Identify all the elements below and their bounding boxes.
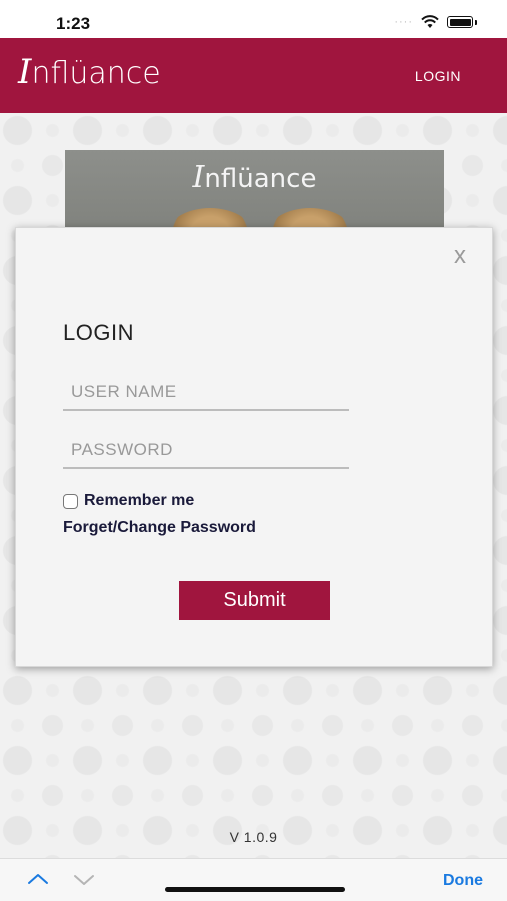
- signal-dots: ····: [394, 16, 413, 28]
- forgot-password-link[interactable]: Forget/Change Password: [63, 519, 256, 537]
- remember-me-row: Remember me: [63, 492, 194, 510]
- password-input[interactable]: [63, 433, 349, 469]
- login-modal: x LOGIN Remember me Forget/Change Passwo…: [15, 227, 493, 667]
- done-button[interactable]: Done: [443, 872, 483, 890]
- submit-button[interactable]: Submit: [179, 581, 330, 620]
- app-version: V 1.0.9: [229, 829, 278, 845]
- hero-logo: Inflüance: [65, 160, 444, 195]
- brand-logo-text: nflüance: [31, 56, 161, 91]
- wifi-icon: [421, 15, 439, 28]
- hero-logo-initial: I: [192, 160, 205, 195]
- status-icons: ····: [394, 15, 477, 29]
- remember-me-checkbox[interactable]: [63, 493, 78, 509]
- app-header: Inflüance LOGIN: [0, 38, 507, 113]
- home-indicator: [165, 887, 345, 892]
- hero-logo-text: nflüance: [204, 164, 317, 194]
- close-icon[interactable]: x: [454, 242, 466, 270]
- username-input[interactable]: [63, 375, 349, 411]
- modal-title: LOGIN: [63, 320, 134, 345]
- chevron-down-icon[interactable]: [72, 867, 96, 891]
- chevron-up-icon[interactable]: [26, 867, 50, 891]
- remember-me-label[interactable]: Remember me: [84, 492, 194, 510]
- status-bar: 1:23 ····: [0, 0, 507, 38]
- battery-tip: [475, 19, 477, 25]
- header-login-link[interactable]: LOGIN: [415, 68, 461, 84]
- battery-icon: [447, 16, 473, 28]
- status-time: 1:23: [56, 14, 91, 33]
- brand-logo[interactable]: Inflüance: [18, 52, 161, 92]
- brand-logo-initial: I: [18, 52, 32, 92]
- keyboard-accessory-bar: Done: [0, 858, 507, 901]
